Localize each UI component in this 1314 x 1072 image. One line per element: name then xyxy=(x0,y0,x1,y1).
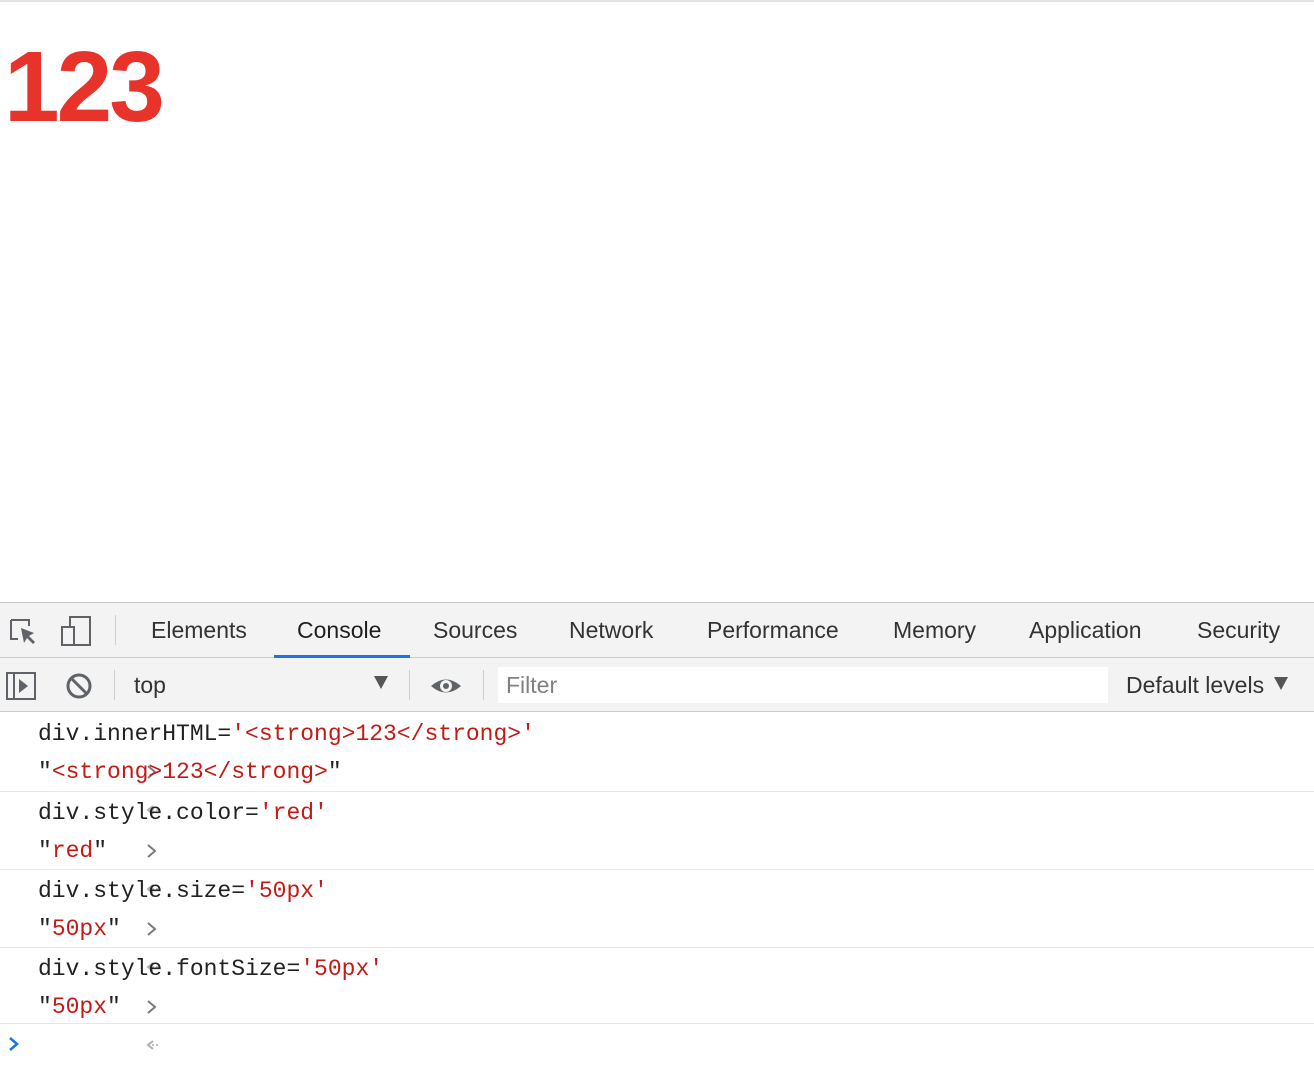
input-string: '50px' xyxy=(245,878,328,904)
tab-network[interactable]: Network xyxy=(569,603,653,657)
tab-console[interactable]: Console xyxy=(297,603,381,657)
console-input-line: div.style.size='50px' xyxy=(0,872,1314,936)
console-input-line: div.style.color='red' xyxy=(0,794,1314,858)
chevron-right-icon xyxy=(6,872,157,936)
console-toolbar: top Default levels xyxy=(0,658,1314,712)
input-expression: div.style.fontSize= xyxy=(38,956,301,982)
console-entry: div.style.fontSize='50px' "50px" xyxy=(0,948,1314,1050)
console-entry: div.innerHTML='<strong>123</strong>' "<s… xyxy=(0,712,1314,815)
page-viewport: 123 xyxy=(0,2,1314,602)
console-input-line: div.style.fontSize='50px' xyxy=(0,950,1314,1014)
dropdown-arrow-icon xyxy=(1274,677,1289,691)
input-expression: div.innerHTML= xyxy=(38,721,232,747)
devtools-tabbar: Elements Console Sources Network Perform… xyxy=(0,603,1314,658)
console-log: div.innerHTML='<strong>123</strong>' "<s… xyxy=(0,712,1314,1072)
output-string[interactable]: 50px xyxy=(52,994,107,1020)
output-string[interactable]: <strong>123</strong> xyxy=(52,759,328,785)
result-arrow-icon xyxy=(6,753,159,815)
console-output-line: "50px" xyxy=(0,988,1314,1050)
show-sidebar-icon[interactable] xyxy=(6,671,36,701)
inspect-element-icon[interactable] xyxy=(8,615,40,647)
chevron-right-icon xyxy=(6,794,157,858)
chevron-right-icon xyxy=(6,950,157,1014)
toolbar-divider xyxy=(483,670,484,700)
input-string: '50px' xyxy=(300,956,384,982)
console-output-line: "<strong>123</strong>" xyxy=(0,753,1314,815)
tab-application[interactable]: Application xyxy=(1029,603,1142,657)
result-arrow-icon xyxy=(6,832,159,894)
page-content-text: 123 xyxy=(4,31,165,143)
clear-console-icon[interactable] xyxy=(64,671,94,701)
chevron-right-icon xyxy=(6,715,157,779)
live-expression-icon[interactable] xyxy=(429,671,463,701)
tab-sources[interactable]: Sources xyxy=(433,603,517,657)
tab-security[interactable]: Security xyxy=(1197,603,1280,657)
console-output-line: "50px" xyxy=(0,910,1314,972)
tab-memory[interactable]: Memory xyxy=(893,603,976,657)
execution-context-value: top xyxy=(134,672,166,698)
result-arrow-icon xyxy=(6,988,159,1050)
tabbar-divider xyxy=(115,615,116,645)
output-string[interactable]: red xyxy=(52,838,93,864)
input-expression: div.style.size= xyxy=(38,878,246,904)
output-string[interactable]: 50px xyxy=(52,916,107,942)
console-output-line: "red" xyxy=(0,832,1314,894)
dropdown-arrow-icon xyxy=(374,676,388,689)
execution-context-select[interactable]: top xyxy=(134,658,394,712)
tab-performance[interactable]: Performance xyxy=(707,603,839,657)
input-expression: div.style.color= xyxy=(38,800,259,826)
devtools-panel: Elements Console Sources Network Perform… xyxy=(0,602,1314,1072)
console-prompt[interactable] xyxy=(0,1024,1314,1064)
toolbar-divider xyxy=(409,670,410,700)
console-entry: div.style.color='red' "red" xyxy=(0,792,1314,894)
log-levels-dropdown[interactable]: Default levels xyxy=(1126,658,1289,712)
device-toolbar-icon[interactable] xyxy=(60,615,92,647)
toolbar-divider xyxy=(114,670,115,700)
input-string: 'red' xyxy=(258,800,328,826)
filter-input[interactable] xyxy=(498,667,1108,703)
result-arrow-icon xyxy=(6,910,159,972)
input-string: '<strong>123</strong>' xyxy=(231,721,535,747)
tab-elements[interactable]: Elements xyxy=(151,603,247,657)
console-entry: div.style.size='50px' "50px" xyxy=(0,870,1314,972)
console-input-line: div.innerHTML='<strong>123</strong>' xyxy=(0,715,1314,779)
log-levels-label: Default levels xyxy=(1126,672,1265,698)
console-prompt-icon xyxy=(6,1024,26,1069)
